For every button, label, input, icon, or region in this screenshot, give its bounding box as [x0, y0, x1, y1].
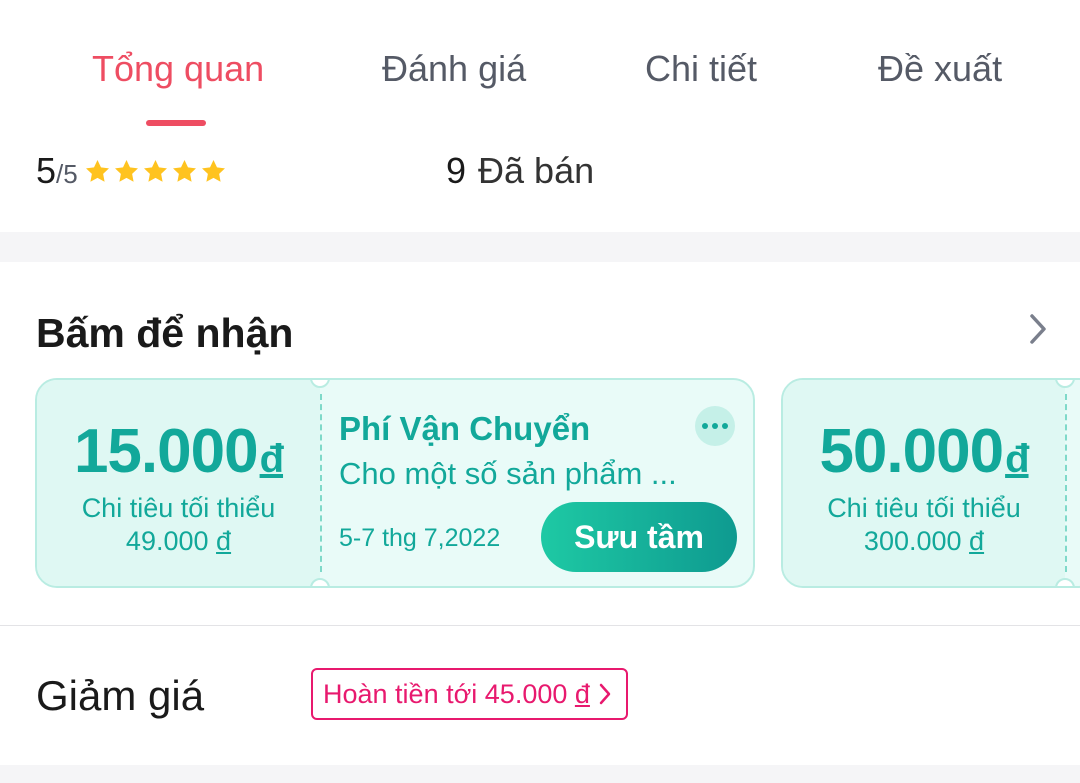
section-separator	[0, 232, 1080, 262]
voucher-title: Phí Vận Chuyển	[339, 410, 591, 447]
voucher-notch	[1055, 578, 1075, 586]
sold-count: 9 Đã bán	[446, 150, 594, 192]
voucher-min-spend-label: Chi tiêu tối thiểu	[81, 493, 276, 523]
sold-label: Đã bán	[478, 150, 595, 191]
voucher-min-spend-label: Chi tiêu tối thiểu	[827, 493, 1021, 523]
voucher-min-spend-value: 300.000 đ	[863, 526, 985, 556]
star-icon	[85, 160, 109, 182]
voucher-divider	[320, 394, 322, 572]
star-icon	[172, 160, 196, 182]
voucher-divider	[1065, 394, 1067, 572]
divider	[0, 625, 1080, 626]
voucher-card[interactable]: 50.000đ Chi tiêu tối thiểu 300.000 đ	[781, 378, 1080, 588]
voucher-info: Phí Vận Chuyển Cho một số sản phẩm ... 5…	[339, 380, 753, 586]
cashback-tag[interactable]: Hoàn tiền tới 45.000 đ	[311, 668, 628, 720]
tab-reviews[interactable]: Đánh giá	[382, 48, 526, 90]
voucher-min-spend-value: 49.000 đ	[125, 526, 232, 556]
section-separator	[0, 765, 1080, 783]
active-tab-indicator	[146, 120, 206, 126]
voucher-notch	[310, 578, 330, 586]
voucher-amount: 15.000đ	[73, 417, 284, 486]
voucher-value-panel: 15.000đ Chi tiêu tối thiểu 49.000 đ	[37, 380, 320, 586]
rating-max: /5	[56, 159, 78, 189]
voucher-value-panel: 50.000đ Chi tiêu tối thiểu 300.000 đ	[783, 380, 1065, 586]
discount-label: Giảm giá	[36, 672, 205, 719]
rating-value: 5	[36, 150, 57, 191]
collect-button[interactable]: Sưu tầm	[541, 502, 737, 572]
rating-stars	[84, 158, 227, 185]
tab-overview[interactable]: Tổng quan	[92, 48, 264, 90]
voucher-date: 5-7 thg 7,2022	[339, 524, 501, 552]
tab-bar: Tổng quan Đánh giá Chi tiết Đề xuất	[0, 0, 1080, 130]
voucher-amount: 50.000đ	[819, 417, 1029, 486]
star-icon	[114, 160, 138, 182]
star-icon	[201, 160, 225, 182]
star-icon	[143, 160, 167, 182]
chevron-right-icon	[599, 683, 611, 705]
tab-recommendations[interactable]: Đề xuất	[878, 48, 1002, 90]
voucher-card[interactable]: 15.000đ Chi tiêu tối thiểu 49.000 đ Phí …	[35, 378, 755, 588]
chevron-right-icon[interactable]	[1022, 312, 1052, 346]
more-icon[interactable]	[695, 406, 735, 446]
tab-details[interactable]: Chi tiết	[645, 48, 757, 90]
claim-section-title: Bấm để nhận	[36, 310, 294, 356]
cashback-text: Hoàn tiền tới 45.000 đ	[323, 678, 590, 709]
rating-summary[interactable]: 5 /5	[36, 150, 227, 194]
voucher-description: Cho một số sản phẩm ...	[339, 456, 677, 491]
sold-number: 9	[446, 150, 467, 191]
